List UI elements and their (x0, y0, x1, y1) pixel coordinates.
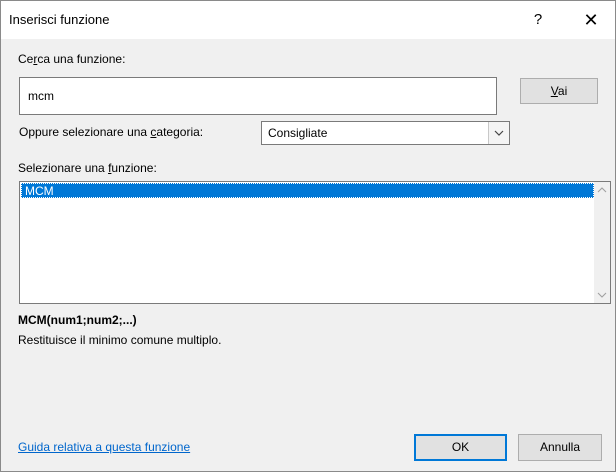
close-button[interactable]: ✕ (571, 5, 611, 35)
function-signature: MCM(num1;num2;...) (18, 313, 137, 327)
chevron-up-icon (597, 187, 607, 193)
search-input[interactable] (19, 77, 497, 115)
function-help-link[interactable]: Guida relativa a questa funzione (18, 440, 190, 454)
dropdown-button[interactable] (488, 122, 509, 144)
category-selected-value: Consigliate (268, 126, 328, 140)
scroll-up-button[interactable] (594, 182, 610, 198)
question-mark-icon: ? (533, 11, 543, 28)
list-item[interactable]: MCM (21, 183, 594, 198)
insert-function-dialog: Inserisci funzione ? ✕ Cerca una funzion… (0, 0, 616, 472)
help-button[interactable]: ? (521, 5, 555, 35)
chevron-down-icon (597, 292, 607, 298)
vertical-scrollbar[interactable] (594, 182, 610, 303)
function-description: Restituisce il minimo comune multiplo. (18, 333, 222, 347)
ok-button[interactable]: OK (414, 434, 507, 461)
category-select[interactable]: Consigliate (261, 121, 510, 145)
go-button[interactable]: Vai (520, 78, 598, 104)
search-label: Cerca una funzione: (18, 52, 126, 66)
function-list-label: Selezionare una funzione: (18, 161, 157, 175)
close-icon: ✕ (583, 10, 599, 30)
title-bar: Inserisci funzione ? ✕ (1, 1, 615, 39)
chevron-down-icon (494, 130, 504, 136)
scroll-down-button[interactable] (594, 287, 610, 303)
dialog-title: Inserisci funzione (9, 12, 110, 27)
cancel-button[interactable]: Annulla (518, 434, 602, 461)
category-label: Oppure selezionare una categoria: (19, 125, 204, 139)
function-listbox[interactable]: MCM (19, 181, 611, 304)
